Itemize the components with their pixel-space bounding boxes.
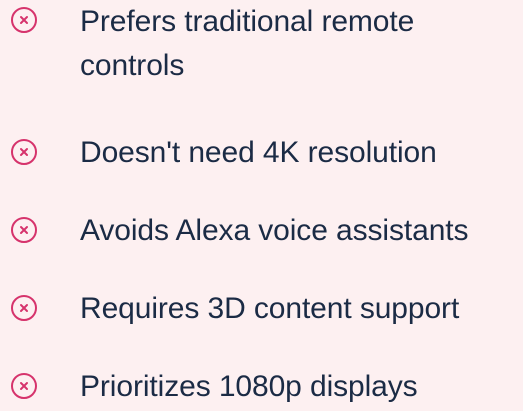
x-circle-icon: [10, 138, 38, 166]
list-item-label: Requires 3D content support: [80, 292, 460, 325]
list-item-label: Doesn't need 4K resolution: [80, 136, 437, 169]
x-circle-icon: [10, 294, 38, 322]
x-circle-icon: [10, 6, 38, 34]
list-item-label: Prefers traditional remote controls: [80, 5, 415, 82]
x-circle-icon: [10, 372, 38, 400]
negative-criteria-list: Prefers traditional remote controls Does…: [0, 0, 523, 411]
x-circle-icon: [10, 216, 38, 244]
list-item-label: Prioritizes 1080p displays: [80, 370, 418, 403]
list-item-label: Avoids Alexa voice assistants: [80, 214, 469, 247]
